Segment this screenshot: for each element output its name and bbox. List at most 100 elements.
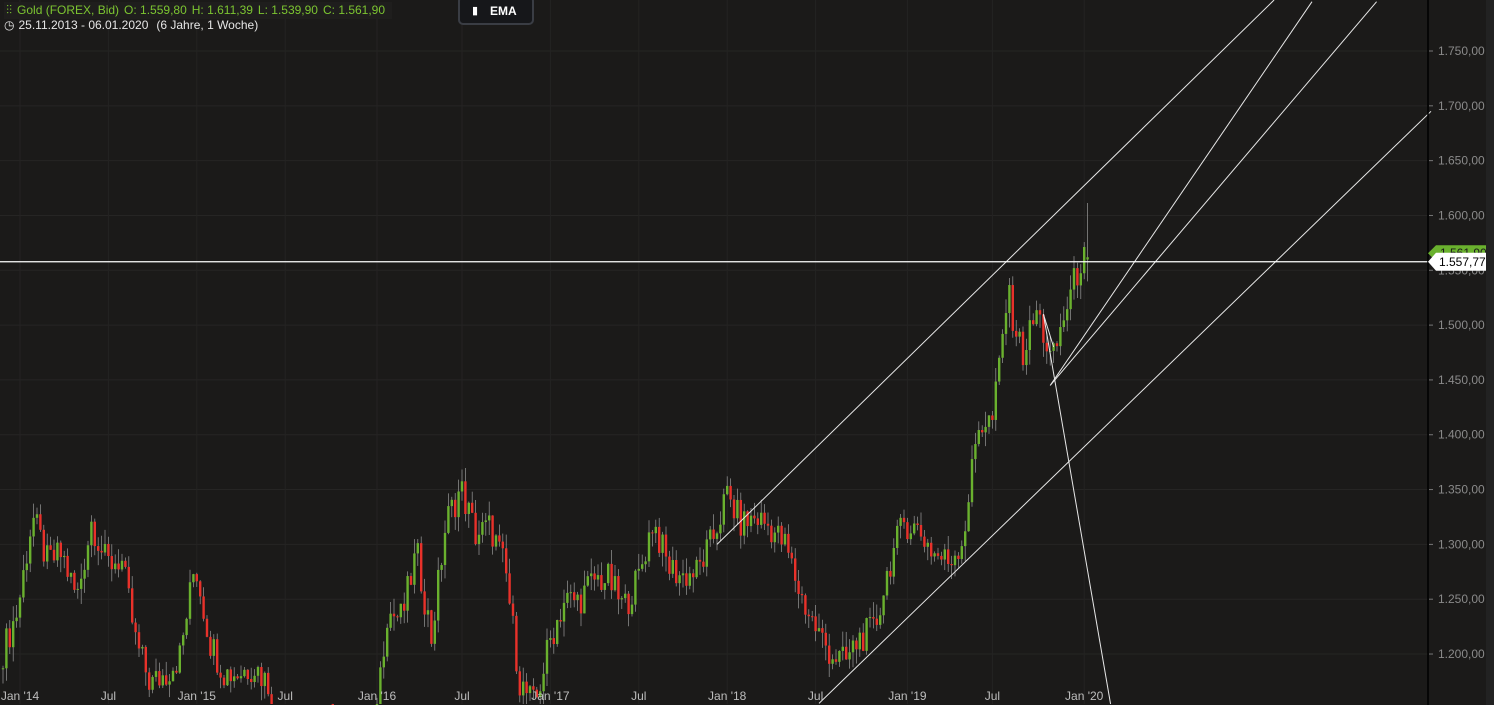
candle-up [994,381,997,420]
x-tick-label: Jul [101,689,116,703]
candle-down [763,512,766,524]
candle-down [165,675,168,685]
grid [0,0,1428,704]
candle-down [110,556,113,570]
candle-up [1062,320,1065,328]
candle-down [199,581,202,597]
candle-down [936,553,940,556]
y-tick-label: 1.400,00 [1438,428,1485,442]
candle-down [246,669,249,680]
candle-down [131,588,134,623]
candle-up [154,671,158,677]
ema-button[interactable]: EMA [490,4,517,18]
y-tick-label: 1.350,00 [1438,483,1485,497]
candle-down [430,610,433,644]
candle-up [440,565,443,570]
candle-down [216,639,219,673]
candle-up [882,595,885,616]
scrollbar[interactable] [1486,0,1494,705]
candle-up [386,627,389,657]
x-tick-label: Jan '16 [358,689,397,703]
candle-down [236,676,239,679]
x-tick-label: Jul [631,689,646,703]
trend-line[interactable] [1042,314,1112,705]
candle-down [668,556,671,574]
candle-up [865,618,868,651]
candle-up [182,635,185,646]
bookmark-icon[interactable]: ▮ [460,4,490,17]
candle-up [80,578,83,589]
trend-line[interactable] [1049,1,1313,386]
candle-down [219,672,222,678]
candle-up [817,628,821,632]
candle-down [947,549,950,564]
candle-up [151,676,154,690]
range-text: 25.11.2013 - 06.01.2020 [18,18,149,32]
candle-up [998,357,1001,382]
candle-up [226,669,229,686]
candle-up [12,621,15,648]
candle-up [705,539,708,567]
candle-down [664,534,668,557]
x-tick-label: Jan '18 [708,689,747,703]
candle-down [862,632,865,651]
candle-up [1008,285,1011,314]
candle-up [171,670,175,682]
candle-up [943,549,946,560]
x-tick-label: Jul [808,689,823,703]
candle-up [18,597,22,618]
candle-up [851,640,855,653]
candle-up [1018,331,1021,337]
candle-down [229,669,232,682]
candle-down [474,512,477,545]
candle-up [141,646,144,649]
candle-up [974,444,977,460]
candle-up [32,517,35,537]
candle-down [651,532,654,534]
candle-up [433,620,436,644]
candle-down [593,573,596,580]
candle-up [188,582,192,619]
candle-up [457,491,460,518]
indicator-toolbar: ▮ EMA [458,0,534,25]
candle-up [637,568,640,571]
candle-down [420,543,423,592]
candle-up [644,561,647,565]
candle-up [838,650,841,662]
candle-up [22,570,25,598]
candle-down [1021,331,1025,366]
candle-up [103,543,107,553]
candle-up [1083,247,1086,274]
candles [1,202,1089,705]
x-tick-label: Jan '14 [1,689,40,703]
candle-up [5,628,8,669]
y-tick-label: 1.450,00 [1438,373,1485,387]
candle-up [46,545,49,562]
candle-up [549,638,552,640]
candle-up [212,639,215,656]
candle-down [855,640,858,650]
candle-down [396,616,399,618]
candle-up [114,563,117,570]
trend-line[interactable] [818,110,1432,704]
y-tick-label: 1.700,00 [1438,99,1485,113]
candle-down [1015,330,1018,337]
candle-up [607,563,610,584]
candle-up [389,613,392,628]
candle-down [205,618,209,637]
candle-down [729,485,732,500]
candle-up [624,593,627,599]
candle-down [692,573,695,578]
candle-down [42,529,45,562]
candle-up [263,672,266,687]
y-tick-label: 1.650,00 [1438,154,1485,168]
candle-down [454,499,457,518]
trend-line[interactable] [716,0,1275,545]
candle-down [267,672,270,695]
candle-up [416,543,419,554]
price-chart[interactable]: 1.750,001.700,001.650,001.600,001.550,00… [0,0,1494,705]
candle-down [403,603,406,611]
candle-down [1011,285,1014,331]
candle-down [471,502,474,513]
y-tick-label: 1.500,00 [1438,318,1485,332]
